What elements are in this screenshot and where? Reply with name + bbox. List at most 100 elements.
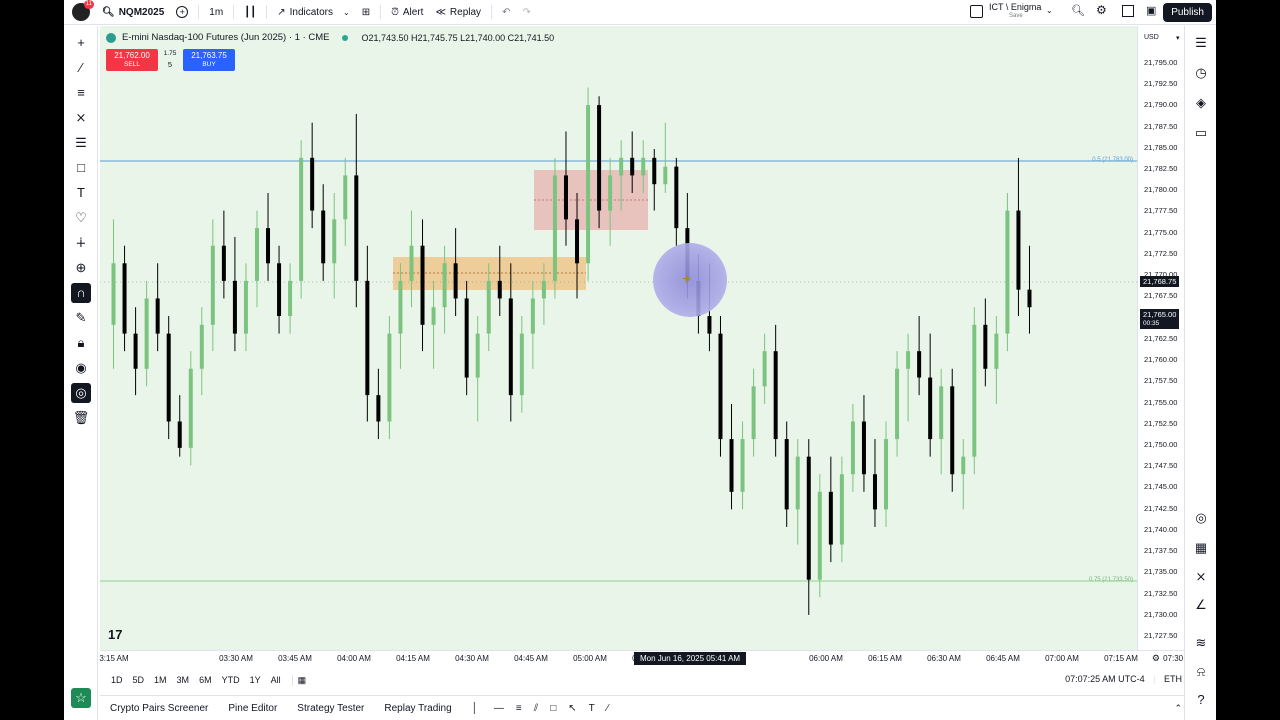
redo-button[interactable]: ↷ [516, 0, 536, 25]
price-tick: 21,795.00 [1144, 58, 1178, 67]
sell-button[interactable]: 21,762.00 SELL [106, 49, 158, 71]
price-chart[interactable] [100, 26, 1137, 650]
pattern-icon: ⨯ [75, 109, 87, 125]
candle-body [530, 298, 535, 334]
alert-button[interactable]: ⏰︎ Alert [385, 0, 429, 25]
chart-title[interactable]: E-mini Nasdaq-100 Futures (Jun 2025) · 1… [122, 32, 330, 43]
tab-pine-editor[interactable]: Pine Editor [218, 703, 287, 714]
fib-tool[interactable]: ≡ [64, 80, 98, 105]
gear-icon[interactable]: ⚙ [1096, 3, 1107, 17]
price-axis[interactable]: USD ▾ 21,795.00 21,792.50 21,790.00 21,787.… [1137, 26, 1184, 650]
calendar-icon[interactable]: ▦ [291, 674, 312, 686]
help-icon[interactable]: ? [1193, 691, 1209, 707]
undo-button[interactable]: ↶ [496, 0, 516, 25]
zoom-tool[interactable]: ⊕ [64, 255, 98, 280]
lock-drawings-tool[interactable]: 🔒︎ [64, 330, 98, 355]
layouts-button[interactable]: ⊞ [356, 0, 376, 25]
pencil-chart-icon[interactable]: ∠ [1193, 597, 1209, 613]
shape-tool[interactable]: □ [64, 155, 98, 180]
calendar-icon[interactable]: ▦ [1193, 540, 1209, 556]
notification-badge: 11 [83, 0, 94, 9]
chevron-down-icon[interactable]: ⌄ [1046, 6, 1053, 15]
layout-name: ICT \ Enigma [989, 2, 1042, 12]
candle-body [310, 157, 315, 211]
remove-drawings-tool[interactable]: 🗑︎ [64, 405, 98, 430]
tab-strategy-tester[interactable]: Strategy Tester [287, 703, 374, 714]
replay-button[interactable]: ≪ Replay [429, 0, 487, 25]
layout-select-icon[interactable] [970, 5, 983, 18]
crosshair-tool[interactable]: + [64, 30, 98, 55]
settings-gear-icon[interactable]: ⚙ [1152, 653, 1160, 664]
magnet-tool[interactable]: ∩ [64, 280, 98, 305]
indicators-button[interactable]: ↗ Indicators ⌄ [271, 0, 355, 25]
layers-icon[interactable]: ◈ [1193, 95, 1209, 111]
candle-body [497, 280, 502, 299]
collapse-panel-icon[interactable]: ⌃ [1174, 703, 1182, 714]
broadcast-icon[interactable]: ≋ [1193, 635, 1209, 651]
user-avatar[interactable]: 11 [72, 0, 94, 21]
search-icon[interactable]: 🔍︎ [1071, 4, 1085, 17]
sync-drawings-tool[interactable]: ◎ [64, 380, 98, 405]
trend-line-icon[interactable]: ∕ [601, 703, 615, 714]
fib-icon: ≡ [77, 85, 85, 100]
layout-name-button[interactable]: ICT \ Enigma Save [989, 3, 1041, 21]
favorites-tool[interactable]: ☆ [64, 685, 98, 710]
range-6m[interactable]: 6M [194, 675, 217, 685]
plus-circle-icon: + [176, 6, 189, 18]
text-icon[interactable]: T [583, 703, 601, 714]
range-all[interactable]: All [266, 675, 286, 685]
fib-icon[interactable]: ≡ [510, 703, 528, 714]
text-tool[interactable]: T [64, 180, 98, 205]
chart-type-button[interactable]: ┃┃ [238, 0, 262, 25]
clock-time[interactable]: 07:07:25 AM UTC-4 [1065, 674, 1145, 684]
cursor-icon[interactable]: ↖ [562, 703, 582, 714]
measure-tool[interactable]: ∔ [64, 230, 98, 255]
range-ytd[interactable]: YTD [217, 675, 245, 685]
rectangle-icon[interactable]: □ [544, 703, 562, 714]
fullscreen-icon[interactable] [1122, 5, 1134, 17]
notification-bell-icon[interactable]: ⍾ [1193, 664, 1209, 680]
quantity-value[interactable]: 5 [160, 59, 180, 70]
trend-line-tool[interactable]: ∕ [64, 55, 98, 80]
candle-body [740, 439, 745, 492]
stay-in-drawing-tool[interactable]: ✎ [64, 305, 98, 330]
forecast-tool[interactable]: ☰ [64, 130, 98, 155]
drawing-tools-icon[interactable]: ⨯ [1193, 569, 1209, 585]
symbol-search-button[interactable]: 🔍︎ NQM2025 [96, 0, 170, 25]
currency-label[interactable]: USD [1144, 34, 1159, 41]
session-label[interactable]: ETH [1164, 674, 1182, 684]
alerts-clock-icon[interactable]: ◷ [1193, 65, 1209, 81]
range-5d[interactable]: 5D [128, 675, 150, 685]
hide-drawings-tool[interactable]: ◉ [64, 355, 98, 380]
compare-symbol-button[interactable]: + [170, 0, 194, 25]
range-1m[interactable]: 1M [149, 675, 172, 685]
timeframe-button[interactable]: 1m [203, 0, 229, 25]
horizontal-line-icon[interactable]: — [488, 703, 510, 714]
candle-body [895, 368, 900, 440]
range-3m[interactable]: 3M [172, 675, 195, 685]
buy-button[interactable]: 21,763.75 BUY [183, 49, 235, 71]
chat-icon[interactable]: ▭ [1193, 125, 1209, 141]
icon-tool[interactable]: ♡ [64, 205, 98, 230]
watchlist-icon[interactable]: ☰ [1193, 35, 1209, 51]
pattern-tool[interactable]: ⨯ [64, 105, 98, 130]
tab-replay-trading[interactable]: Replay Trading [374, 703, 461, 714]
candle-body [652, 157, 657, 185]
publish-button[interactable]: Publish [1163, 3, 1212, 22]
target-icon[interactable]: ◎ [1193, 510, 1209, 526]
range-1y[interactable]: 1Y [245, 675, 266, 685]
tradingview-logo[interactable]: 17 [108, 627, 122, 642]
tab-crypto-pairs-screener[interactable]: Crypto Pairs Screener [100, 703, 218, 714]
symbol-logo-icon [106, 32, 116, 43]
candle-body [221, 245, 226, 281]
channel-icon[interactable]: ⫽ [528, 703, 544, 714]
candle-body [519, 333, 524, 396]
time-axis[interactable]: 3:15 AM 03:30 AM 03:45 AM 04:00 AM 04:15 AM 0… [99, 650, 1197, 666]
last-price-label: 21,765.00 00:35 [1140, 309, 1180, 329]
range-1d[interactable]: 1D [106, 675, 128, 685]
indicators-icon: ↗ [277, 6, 286, 18]
chevron-down-icon[interactable]: ▾ [1176, 34, 1180, 42]
camera-icon[interactable]: ▣ [1146, 4, 1156, 17]
price-tick: 21,777.50 [1144, 206, 1178, 215]
chart-pane[interactable]: E-mini Nasdaq-100 Futures (Jun 2025) · 1… [100, 26, 1137, 650]
